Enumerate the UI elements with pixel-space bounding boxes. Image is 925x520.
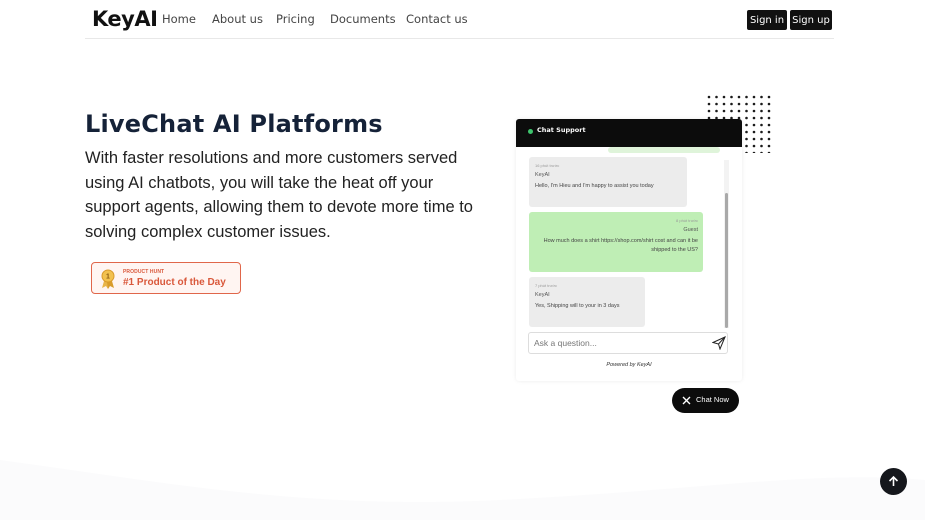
decoration-dot — [752, 123, 756, 127]
svg-text:1: 1 — [106, 274, 110, 281]
chat-scrollbar-thumb[interactable] — [725, 193, 728, 328]
decoration-dot — [760, 116, 763, 120]
decoration-dot — [752, 130, 756, 134]
decoration-dot — [730, 95, 733, 99]
message-text: Hello, I'm Hieu and I'm happy to assist … — [535, 183, 654, 189]
nav-documents[interactable]: Documents — [330, 12, 396, 26]
chat-header: Chat Support — [516, 119, 742, 147]
decoration-dot — [767, 144, 771, 148]
top-navbar: KeyAI Home About us Pricing Documents Co… — [0, 0, 925, 40]
decoration-dot — [760, 102, 763, 106]
powered-by-label: Powered by KeyAI — [606, 362, 652, 368]
decoration-dot — [737, 95, 741, 99]
message-time: 8 phút trước — [676, 218, 698, 223]
decoration-dot — [715, 109, 718, 113]
decoration-dot — [760, 95, 763, 99]
decoration-dot — [745, 109, 748, 113]
online-status-icon — [528, 129, 533, 134]
decoration-dot — [752, 102, 756, 106]
decoration-dot — [745, 137, 748, 141]
nav-home[interactable]: Home — [162, 12, 196, 26]
close-icon — [682, 396, 691, 405]
decoration-dot — [760, 137, 763, 141]
keyai-logo[interactable]: KeyAI — [92, 7, 158, 31]
message-text: How much does a shirt https://shop.com/s… — [543, 238, 698, 253]
decoration-dot — [745, 102, 748, 106]
back-to-top-button[interactable] — [880, 468, 907, 495]
decoration-dot — [745, 151, 748, 153]
decoration-dot — [707, 102, 711, 106]
chat-widget: Chat Support 16 phút trước KeyAI Hello, … — [516, 119, 742, 381]
decoration-dot — [767, 130, 771, 134]
product-hunt-badge[interactable]: 1 PRODUCT HUNT #1 Product of the Day — [91, 262, 241, 294]
decoration-dot — [752, 116, 756, 120]
decoration-dot — [707, 109, 711, 113]
decoration-dot — [767, 116, 771, 120]
decoration-dot — [745, 123, 748, 127]
message-sender: Guest — [683, 227, 698, 233]
decoration-dot — [760, 109, 763, 113]
hero-title: LiveChat AI Platforms — [85, 110, 383, 138]
decoration-dot — [767, 109, 771, 113]
sign-up-button[interactable]: Sign up — [790, 10, 832, 30]
message-sender: KeyAI — [535, 292, 550, 298]
chat-question-input[interactable]: Ask a question... — [528, 332, 728, 354]
decoration-dot — [767, 151, 771, 153]
background-wave — [0, 460, 925, 520]
decoration-dot — [767, 137, 771, 141]
decoration-dot — [760, 123, 763, 127]
chat-input-placeholder: Ask a question... — [534, 338, 597, 348]
message-time: 16 phút trước — [535, 163, 560, 168]
chat-now-label: Chat Now — [696, 395, 729, 404]
decoration-dot — [767, 95, 771, 99]
chat-title: Chat Support — [537, 126, 586, 134]
arrow-up-icon — [888, 475, 899, 486]
header-divider — [85, 38, 834, 39]
chat-now-button[interactable]: Chat Now — [672, 388, 739, 413]
decoration-dot — [752, 95, 756, 99]
decoration-dot — [745, 144, 748, 148]
badge-caption: PRODUCT HUNT — [123, 269, 165, 275]
decoration-dot — [737, 102, 741, 106]
decoration-dot — [715, 102, 718, 106]
decoration-dot — [722, 102, 726, 106]
message-sender: KeyAI — [535, 172, 550, 178]
nav-pricing[interactable]: Pricing — [276, 12, 315, 26]
message-bubble-faded — [608, 147, 720, 153]
decoration-dot — [752, 151, 756, 153]
decoration-dot — [760, 151, 763, 153]
decoration-dot — [752, 109, 756, 113]
decoration-dot — [745, 130, 748, 134]
hero-description: With faster resolutions and more custome… — [85, 149, 473, 241]
decoration-dot — [707, 95, 711, 99]
guest-message: 8 phút trước Guest How much does a shirt… — [529, 212, 703, 272]
decoration-dot — [722, 109, 726, 113]
decoration-dot — [760, 130, 763, 134]
decoration-dot — [752, 137, 756, 141]
decoration-dot — [752, 144, 756, 148]
decoration-dot — [730, 102, 733, 106]
send-icon[interactable] — [712, 336, 726, 350]
nav-about-us[interactable]: About us — [212, 12, 263, 26]
decoration-dot — [730, 109, 733, 113]
nav-contact-us[interactable]: Contact us — [406, 12, 468, 26]
decoration-dot — [722, 95, 726, 99]
decoration-dot — [760, 144, 763, 148]
chat-messages: 16 phút trước KeyAI Hello, I'm Hieu and … — [516, 147, 742, 327]
message-time: 7 phút trước — [535, 283, 557, 288]
medal-icon: 1 — [101, 269, 115, 289]
decoration-dot — [745, 95, 748, 99]
sign-in-button[interactable]: Sign in — [747, 10, 787, 30]
badge-title: #1 Product of the Day — [123, 277, 226, 288]
decoration-dot — [715, 95, 718, 99]
bot-message: 7 phút trước KeyAI Yes, Shipping will to… — [529, 277, 645, 327]
decoration-dot — [767, 123, 771, 127]
decoration-dot — [745, 116, 748, 120]
bot-message: 16 phút trước KeyAI Hello, I'm Hieu and … — [529, 157, 687, 207]
message-text: Yes, Shipping will to your in 3 days — [535, 303, 620, 309]
decoration-dot — [767, 102, 771, 106]
decoration-dot — [737, 109, 741, 113]
